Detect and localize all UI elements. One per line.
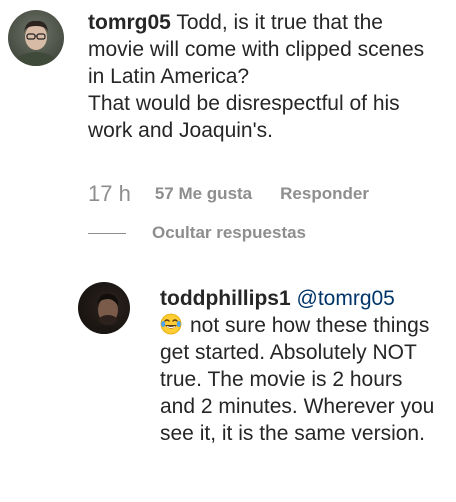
reply-body: toddphillips1 @tomrg05 not sure how thes… [160, 285, 442, 447]
comment-meta: 17 h 57 Me gusta Responder [88, 180, 369, 208]
comment-username[interactable]: tomrg05 [88, 11, 171, 34]
reply-mention[interactable]: @tomrg05 [297, 287, 395, 310]
comment-timestamp[interactable]: 17 h [88, 181, 131, 207]
replies-divider [88, 232, 126, 234]
comment-likes[interactable]: 57 Me gusta [155, 184, 252, 204]
hide-replies-row: Ocultar respuestas [88, 222, 306, 244]
reply-username[interactable]: toddphillips1 [160, 287, 291, 310]
reply-button[interactable]: Responder [280, 184, 369, 204]
reply-text: not sure how these things get started. A… [160, 314, 435, 445]
comment-body: tomrg05 Todd, is it true that the movie … [88, 9, 440, 144]
face-with-tears-of-joy-icon [160, 313, 182, 335]
hide-replies-button[interactable]: Ocultar respuestas [152, 223, 306, 243]
reply-avatar[interactable] [78, 282, 130, 334]
avatar[interactable] [8, 10, 64, 66]
comment-text-line2: That would be disrespectful of his work … [88, 92, 400, 142]
